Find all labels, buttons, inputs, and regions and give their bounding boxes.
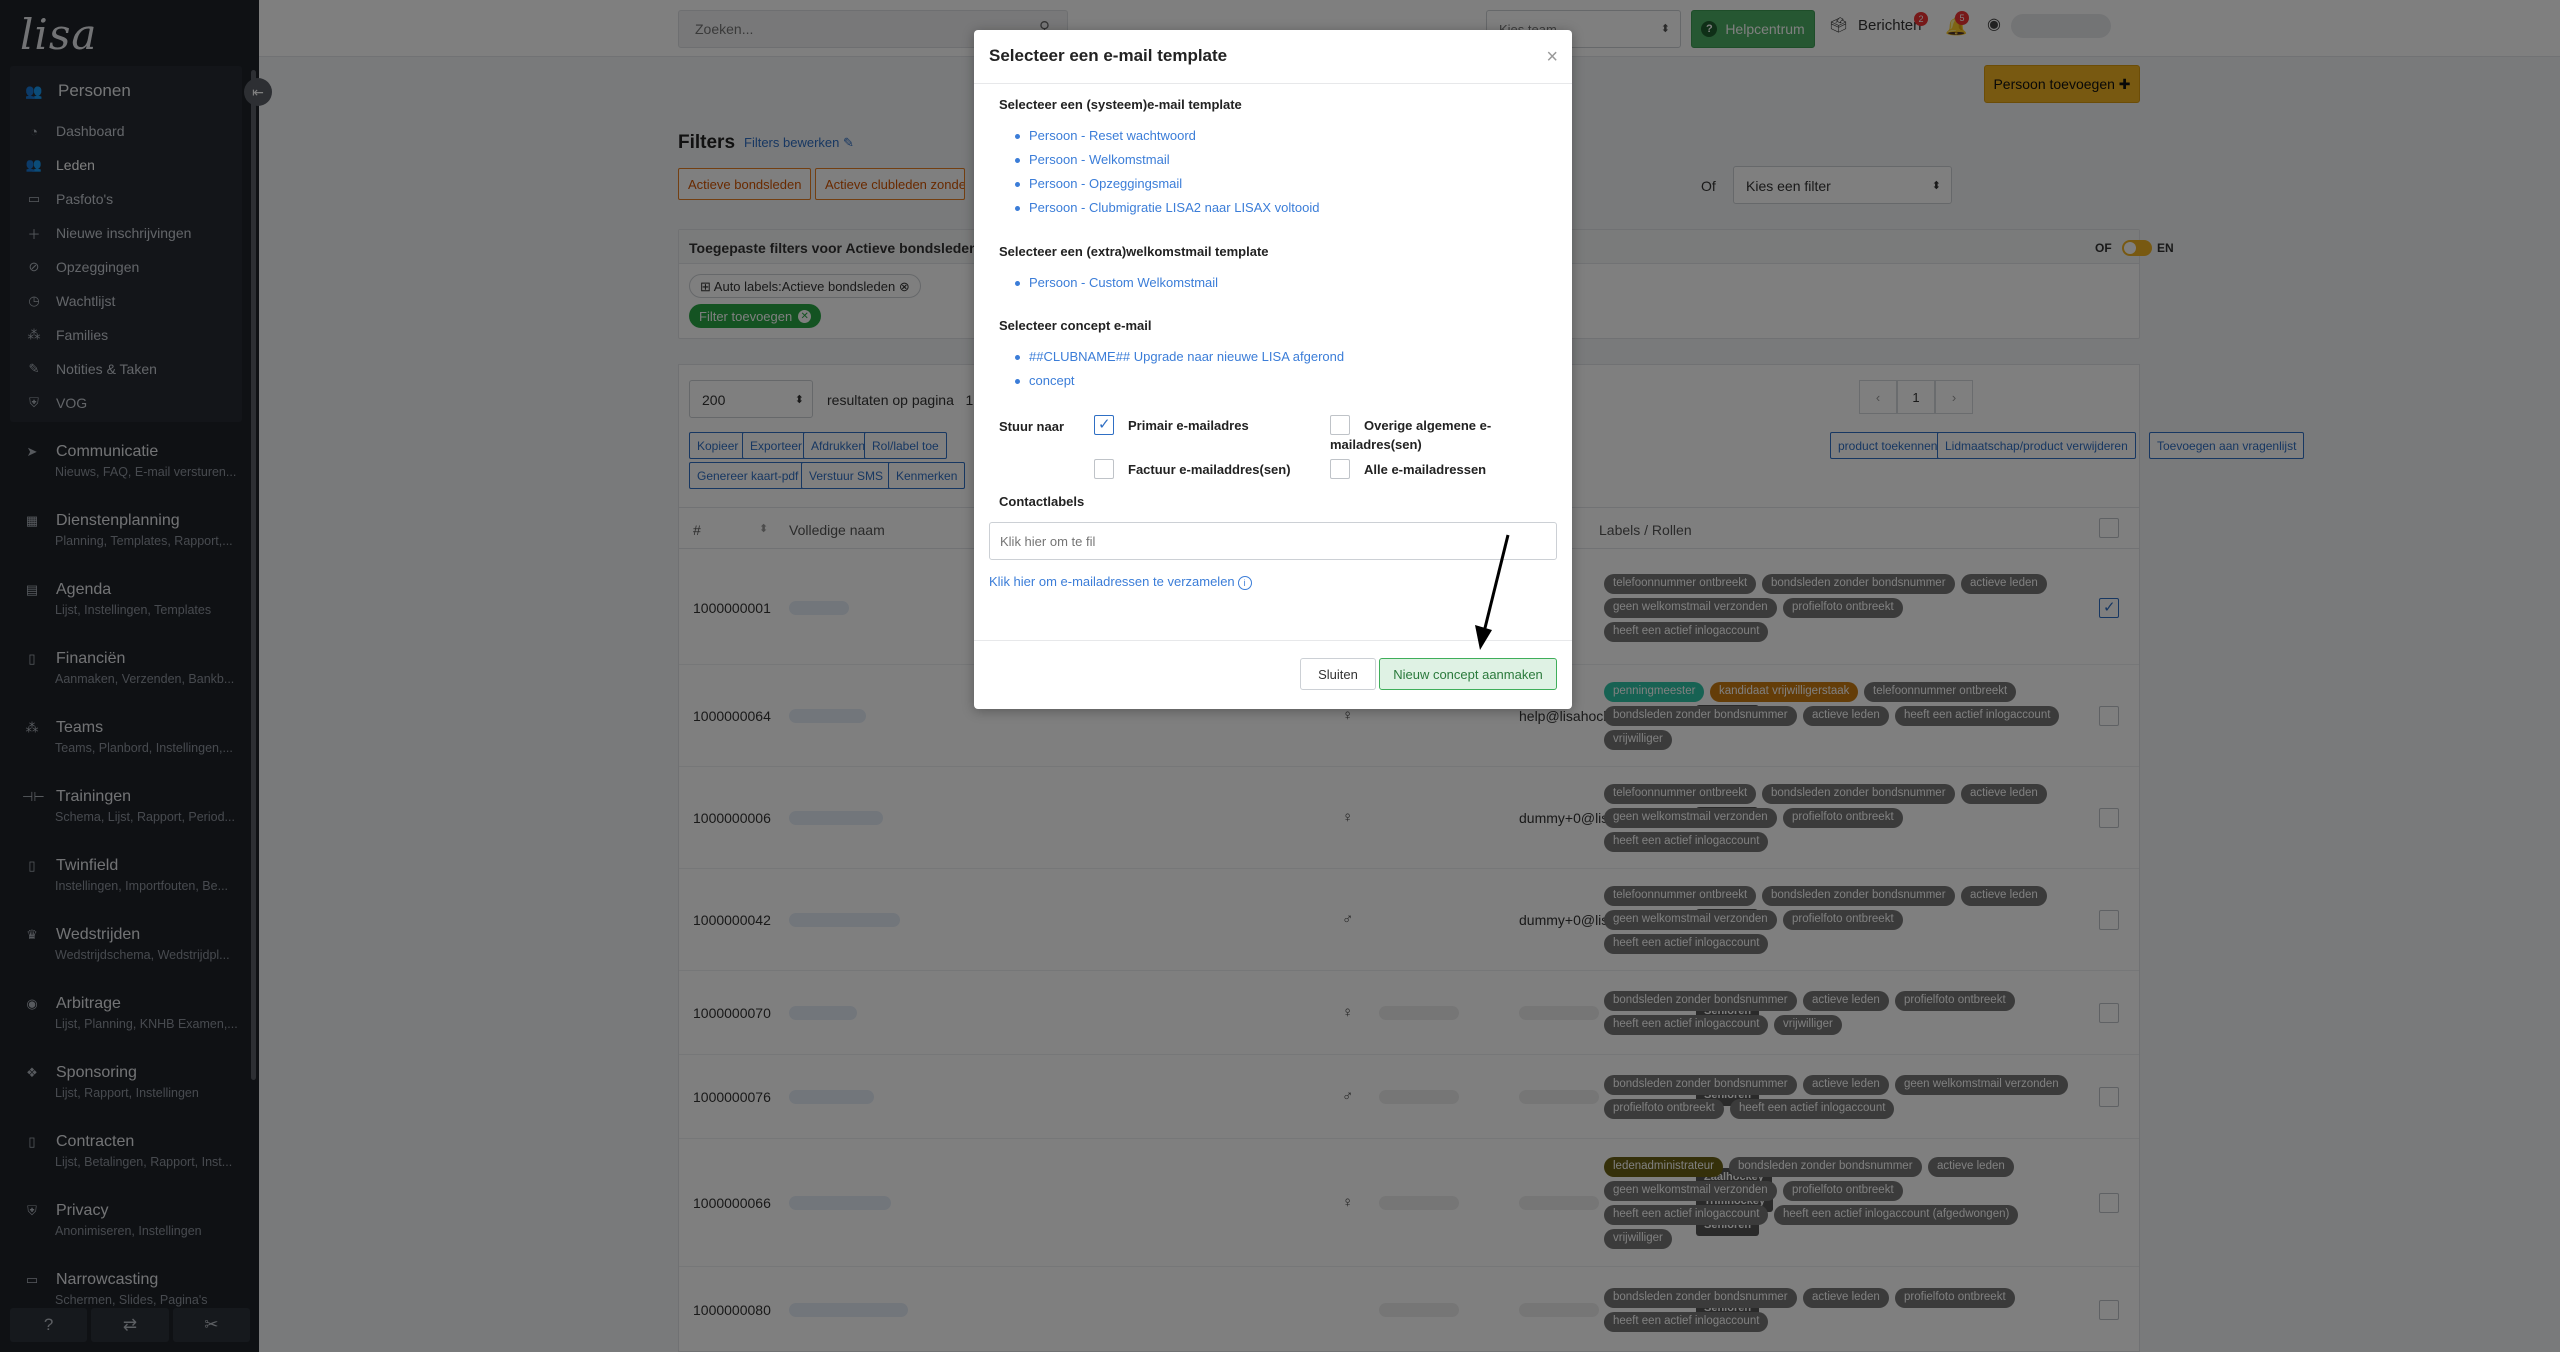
system-template-heading: Selecteer een (systeem)e-mail template	[999, 97, 1242, 112]
app-root: lisa 👥Personen ◔Dashboard👥Leden▭Pasfoto'…	[0, 0, 2560, 1352]
contact-labels-input[interactable]	[989, 522, 1557, 560]
concept-link-concept[interactable]: concept	[1014, 369, 1344, 393]
concept-heading: Selecteer concept e-mail	[999, 318, 1152, 333]
all-email-label: Alle e-mailadressen	[1364, 462, 1487, 477]
send-to-label: Stuur naar	[999, 419, 1065, 434]
primary-email-checkbox[interactable]	[1094, 415, 1114, 435]
concept-link-upgrade[interactable]: ##CLUBNAME## Upgrade naar nieuwe LISA af…	[1014, 345, 1344, 369]
invoice-email-label: Factuur e-mailaddres(sen)	[1128, 462, 1291, 477]
welcome-template-list: Persoon - Custom Welkomstmail	[1014, 271, 1218, 295]
collect-emails-label: Klik hier om e-mailadressen te verzamele…	[989, 574, 1235, 589]
welcome-template-heading: Selecteer een (extra)welkomstmail templa…	[999, 244, 1269, 259]
system-template-list: Persoon - Reset wachtwoord Persoon - Wel…	[1015, 124, 1320, 220]
concept-list: ##CLUBNAME## Upgrade naar nieuwe LISA af…	[1014, 345, 1344, 393]
template-link-cancellation[interactable]: Persoon - Opzeggingsmail	[1015, 172, 1320, 196]
invoice-email-checkbox[interactable]	[1094, 459, 1114, 479]
info-icon: i	[1237, 576, 1252, 590]
contact-labels-heading: Contactlabels	[999, 494, 1085, 509]
new-concept-button[interactable]: Nieuw concept aanmaken	[1379, 658, 1557, 690]
all-email-checkbox[interactable]	[1330, 459, 1350, 479]
email-template-modal: Selecteer een e-mail template × Selectee…	[974, 30, 1572, 709]
close-button[interactable]: Sluiten	[1300, 658, 1376, 690]
primary-email-label: Primair e-mailadres	[1128, 418, 1249, 433]
modal-footer-divider	[974, 640, 1572, 641]
template-link-custom-welcome[interactable]: Persoon - Custom Welkomstmail	[1014, 271, 1218, 295]
modal-title: Selecteer een e-mail template	[989, 46, 1228, 65]
collect-emails-link[interactable]: Klik hier om e-mailadressen te verzamele…	[989, 574, 1252, 590]
template-link-club-migration[interactable]: Persoon - Clubmigratie LISA2 naar LISAX …	[1015, 196, 1320, 220]
close-icon[interactable]: ×	[1546, 46, 1558, 69]
other-email-label: Overige algemene e-mailadres(sen)	[1330, 418, 1492, 452]
modal-divider	[974, 83, 1572, 84]
template-link-welcome[interactable]: Persoon - Welkomstmail	[1015, 148, 1320, 172]
template-link-reset-password[interactable]: Persoon - Reset wachtwoord	[1015, 124, 1320, 148]
